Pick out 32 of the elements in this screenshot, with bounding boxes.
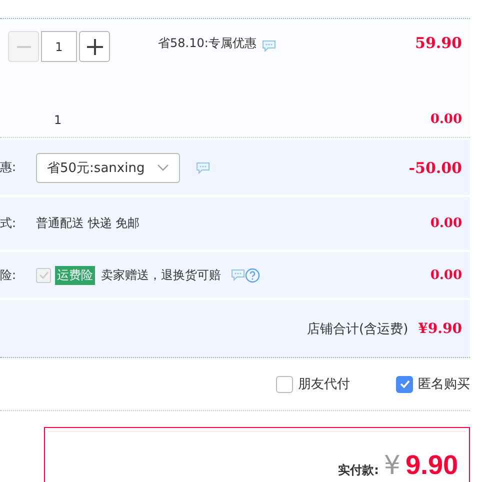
option-checkbox[interactable]: 匿名购买 — [396, 375, 470, 393]
message-icon[interactable] — [231, 269, 245, 281]
shop-total-label: 店铺合计(含运费) — [307, 320, 408, 338]
item-price: 59.90 — [415, 33, 462, 52]
coupon-select[interactable]: 省50元:sanxing — [36, 152, 180, 182]
check-icon — [400, 380, 410, 388]
insurance-amount: 0.00 — [430, 268, 462, 282]
increase-button[interactable] — [79, 31, 110, 62]
shop-total-amount: ¥9.90 — [418, 320, 462, 336]
minus-icon — [16, 46, 30, 48]
promo-text: 省58.10:专属优惠 — [158, 34, 256, 52]
item-subtotal: 0.00 — [430, 112, 462, 127]
plus-icon — [86, 38, 102, 54]
message-icon[interactable] — [196, 162, 210, 174]
payment-label: 实付款: — [338, 462, 379, 479]
insurance-label: 险: — [0, 266, 18, 284]
quantity-field[interactable]: 1 — [41, 31, 77, 62]
chevron-down-icon — [156, 164, 169, 172]
check-icon — [38, 271, 48, 279]
coupon-amount: -50.00 — [408, 158, 462, 176]
option-checkbox[interactable]: 朋友代付 — [276, 375, 350, 393]
delivery-method: 普通配送 快递 免邮 — [36, 215, 140, 232]
payment-amount: 9.90 — [405, 450, 458, 481]
insurance-tag: 运费险 — [55, 266, 95, 284]
delivery-label: 式: — [0, 215, 18, 232]
currency-symbol: ¥ — [384, 451, 400, 481]
coupon-label: 惠: — [0, 159, 18, 176]
delivery-amount: 0.00 — [430, 216, 462, 231]
item-count: 1 — [54, 112, 62, 126]
message-icon[interactable] — [262, 40, 276, 52]
help-icon[interactable] — [245, 268, 260, 282]
insurance-text: 卖家赠送，退换货可赔 — [101, 266, 221, 284]
